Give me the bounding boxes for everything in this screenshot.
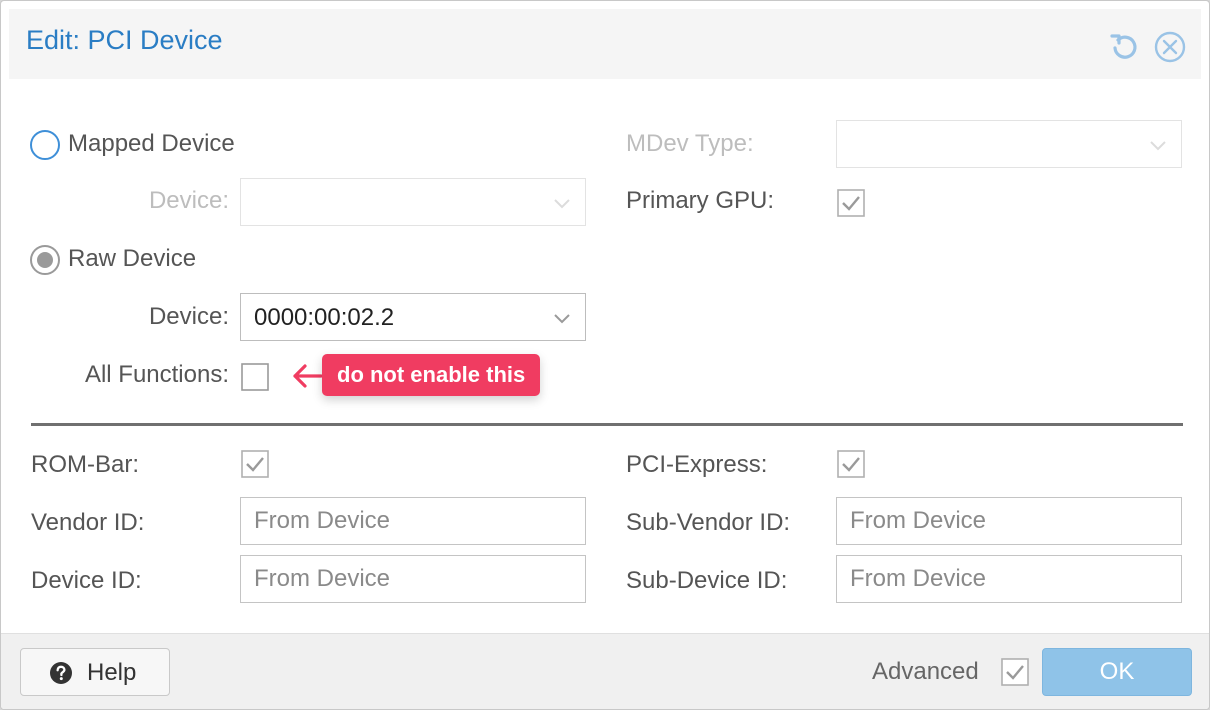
mapped-device-label: Mapped Device [68,130,235,157]
sub-device-id-input[interactable] [836,555,1182,603]
sub-device-id-label: Sub-Device ID: [626,567,788,594]
reset-icon[interactable] [1109,31,1139,61]
device-id-label: Device ID: [31,567,142,594]
primary-gpu-label: Primary GPU: [626,187,775,214]
annotation-callout: do not enable this [322,354,541,396]
mapped-device-selector-label: Device: [148,187,229,214]
all-functions-checkbox[interactable] [241,363,269,391]
ok-button[interactable]: OK [1042,648,1192,696]
section-divider [31,423,1183,426]
primary-gpu-checkbox[interactable] [837,189,865,217]
pci-express-label: PCI-Express: [626,451,768,478]
mapped-device-combobox[interactable] [240,178,586,226]
raw-device-selector-label: Device: [148,303,229,330]
chevron-down-icon [554,199,570,209]
dialog-title: Edit: PCI Device [26,25,223,55]
help-button[interactable]: Help [20,648,170,696]
dialog-header: Edit: PCI Device [9,9,1201,79]
raw-device-value: 0000:00:02.2 [254,304,395,331]
advanced-label: Advanced [872,658,979,685]
edit-pci-device-dialog: Edit: PCI Device Mapped Device Device: R… [0,0,1210,710]
chevron-down-icon [1150,141,1166,151]
pci-express-checkbox[interactable] [837,450,865,478]
mdev-type-combobox[interactable] [836,120,1182,168]
dialog-footer: Help Advanced OK [1,633,1209,709]
sub-vendor-id-input[interactable] [836,497,1182,545]
help-button-label: Help [87,659,137,686]
close-icon[interactable] [1154,31,1186,63]
rom-bar-checkbox[interactable] [241,450,269,478]
raw-device-radio[interactable] [30,245,60,275]
rom-bar-label: ROM-Bar: [31,451,139,478]
mapped-device-radio[interactable] [30,130,60,160]
question-circle-icon [50,662,72,684]
vendor-id-label: Vendor ID: [31,509,145,536]
chevron-down-icon [554,314,570,324]
raw-device-label: Raw Device [68,245,197,272]
all-functions-label: All Functions: [84,361,229,388]
sub-vendor-id-label: Sub-Vendor ID: [626,509,791,536]
advanced-checkbox[interactable] [1001,658,1029,686]
vendor-id-input[interactable] [240,497,586,545]
mdev-type-label: MDev Type: [626,130,754,157]
dialog-body: Mapped Device Device: Raw Device Device:… [9,79,1201,633]
raw-device-combobox[interactable]: 0000:00:02.2 [240,293,586,341]
device-id-input[interactable] [240,555,586,603]
